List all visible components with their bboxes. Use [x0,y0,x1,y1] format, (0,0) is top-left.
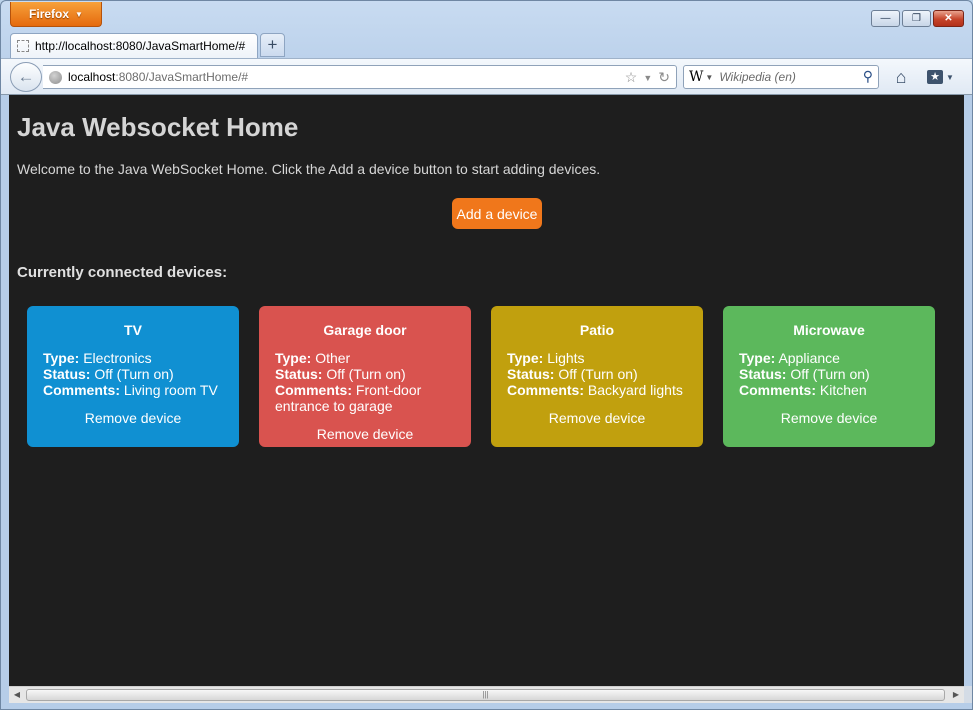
device-status-row: Status: Off (Turn on) [507,366,687,382]
remove-device-link[interactable]: Remove device [507,410,687,426]
search-input[interactable] [719,70,850,84]
device-status-row: Status: Off (Turn on) [739,366,919,382]
device-card-microwave: Microwave Type: Appliance Status: Off (T… [723,306,935,447]
device-comments-row: Comments: Front-door entrance to garage [275,382,455,414]
device-status-toggle[interactable]: Off (Turn on) [790,366,869,382]
device-name: Microwave [793,322,865,338]
minimize-button[interactable]: — [871,10,900,27]
horizontal-scrollbar[interactable]: ◀ ||| ▶ [9,686,964,703]
device-type: Other [315,350,351,366]
device-type: Lights [547,350,585,366]
site-identity-icon[interactable] [49,70,62,84]
devices-heading: Currently connected devices: [17,264,228,281]
firefox-menu-button[interactable]: Firefox ▼ [10,2,102,27]
status-label: Status: [739,366,787,382]
device-comments: Kitchen [819,382,867,398]
remove-device-link[interactable]: Remove device [43,410,223,426]
remove-device-link[interactable]: Remove device [275,426,455,442]
back-button[interactable]: ← [10,62,42,92]
scroll-right-icon[interactable]: ▶ [950,689,962,701]
remove-device-link[interactable]: Remove device [739,410,919,426]
comments-label: Comments: [507,382,585,398]
navigation-bar: ← localhost:8080/JavaSmartHome/# ☆ ▼ ↻ W… [1,58,972,95]
url-bar[interactable]: localhost:8080/JavaSmartHome/# ☆ ▼ ↻ [43,65,677,89]
bookmarks-button[interactable]: ★ ▼ [927,67,959,87]
bookmark-star-icon[interactable]: ☆ [625,69,638,86]
type-label: Type: [739,350,776,366]
scroll-left-icon[interactable]: ◀ [11,689,23,701]
device-status-row: Status: Off (Turn on) [275,366,455,382]
status-label: Status: [43,366,91,382]
add-device-button[interactable]: Add a device [452,198,542,229]
device-comments-row: Comments: Backyard lights [507,382,687,398]
caret-down-icon: ▼ [75,9,83,19]
type-label: Type: [275,350,312,366]
device-type-row: Type: Other [275,350,455,366]
page-favicon-icon [17,40,29,52]
device-type-row: Type: Appliance [739,350,919,366]
type-label: Type: [507,350,544,366]
close-button[interactable]: ✕ [933,10,964,27]
tab-title: http://localhost:8080/JavaSmartHome/# [35,39,246,53]
wikipedia-icon[interactable]: W [689,69,703,85]
status-label: Status: [507,366,555,382]
window-controls: — ❐ ✕ [871,10,964,27]
comments-label: Comments: [739,382,817,398]
browser-window: Firefox ▼ — ❐ ✕ http://localhost:8080/Jav… [0,0,973,710]
comments-label: Comments: [43,382,121,398]
type-label: Type: [43,350,80,366]
comments-label: Comments: [275,382,353,398]
home-icon[interactable]: ⌂ [890,66,912,88]
device-name: Patio [579,322,615,338]
search-icon[interactable]: ⚲ [863,68,873,85]
device-type-row: Type: Electronics [43,350,223,366]
device-type: Appliance [778,350,840,366]
device-name: Garage door [323,322,407,338]
device-card-garage-door: Garage door Type: Other Status: Off (Tur… [259,306,471,447]
device-comments-row: Comments: Living room TV [43,382,223,398]
bookmarks-star-icon: ★ [927,70,943,84]
maximize-button[interactable]: ❐ [902,10,931,27]
page-content: Java Websocket Home Welcome to the Java … [9,95,964,686]
reload-icon[interactable]: ↻ [658,69,670,86]
device-status-toggle[interactable]: Off (Turn on) [94,366,173,382]
device-name: TV [124,322,142,338]
page-title: Java Websocket Home [17,112,299,142]
scrollbar-thumb[interactable]: ||| [26,689,945,701]
device-card-tv: TV Type: Electronics Status: Off (Turn o… [27,306,239,447]
caret-down-icon: ▼ [946,72,954,82]
device-type-row: Type: Lights [507,350,687,366]
device-comments-row: Comments: Kitchen [739,382,919,398]
back-arrow-icon: ← [17,67,35,86]
resize-corner [964,686,972,703]
welcome-text: Welcome to the Java WebSocket Home. Clic… [17,161,601,177]
firefox-menu-label: Firefox [29,7,70,21]
search-engine-caret-icon[interactable]: ▼ [705,73,713,82]
device-comments: Living room TV [123,382,218,398]
search-bar: W ▼ ⚲ [683,65,879,89]
tab-active[interactable]: http://localhost:8080/JavaSmartHome/# [10,33,258,58]
new-tab-button[interactable]: + [260,33,285,57]
device-card-patio: Patio Type: Lights Status: Off (Turn on)… [491,306,703,447]
url-bar-icons: ☆ ▼ ↻ [625,69,670,86]
history-dropdown-icon[interactable]: ▼ [643,73,652,83]
device-status-toggle[interactable]: Off (Turn on) [326,366,405,382]
url-path: :8080/JavaSmartHome/# [115,70,249,84]
status-label: Status: [275,366,323,382]
device-type: Electronics [83,350,152,366]
device-status-toggle[interactable]: Off (Turn on) [558,366,637,382]
url-host: localhost [68,70,116,84]
device-comments: Backyard lights [587,382,683,398]
device-status-row: Status: Off (Turn on) [43,366,223,382]
